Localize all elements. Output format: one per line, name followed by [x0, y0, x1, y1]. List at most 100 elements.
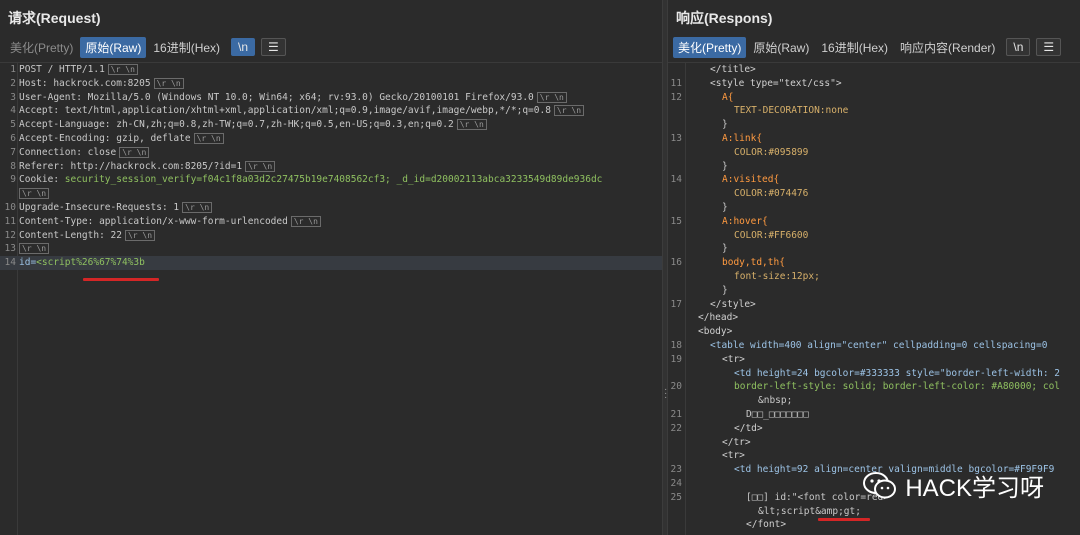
header-key: Cookie:: [19, 174, 65, 186]
request-line: Content-Type: application/x-www-form-url…: [19, 215, 288, 227]
red-underline-annotation: [818, 518, 870, 521]
request-newline-toggle[interactable]: \n: [231, 38, 256, 56]
line-number: 7: [10, 146, 16, 158]
request-line: User-Agent: Mozilla/5.0 (Windows NT 10.0…: [19, 91, 534, 103]
response-line: font-size:12px;: [734, 270, 820, 282]
request-line: Connection: close: [19, 146, 117, 158]
line-number: 2: [10, 77, 16, 89]
hamburger-icon[interactable]: ☰: [261, 38, 286, 56]
watermark-text: HACK学习呀: [905, 475, 1044, 502]
response-line: A{: [722, 91, 734, 103]
crlf-marker: \r \n: [153, 77, 184, 89]
response-newline-toggle[interactable]: \n: [1006, 38, 1031, 56]
param-key: id=: [19, 257, 37, 269]
red-underline-annotation: [83, 278, 159, 281]
line-number: 11: [4, 215, 16, 227]
crlf-marker: \r \n: [290, 215, 321, 227]
response-line: </head>: [698, 312, 739, 324]
response-line: </title>: [710, 64, 756, 75]
crlf-marker: \r \n: [245, 160, 276, 172]
crlf-marker: \r \n: [182, 201, 213, 213]
request-tab-raw[interactable]: 原始(Raw): [80, 36, 147, 58]
response-line: }: [722, 160, 728, 172]
line-number: 24: [670, 477, 682, 489]
response-line: }: [722, 119, 728, 131]
response-line: D□□_□□□□□□□: [746, 408, 809, 420]
line-number: 9: [10, 174, 16, 186]
response-line: </tr>: [722, 436, 751, 448]
line-number: 19: [670, 353, 682, 365]
crlf-marker: \r \n: [536, 91, 567, 103]
line-number: 12: [4, 229, 16, 241]
request-tab-hex[interactable]: 16进制(Hex): [148, 37, 225, 58]
response-line: }: [722, 201, 728, 213]
line-number: 4: [10, 105, 16, 117]
line-number: 20: [670, 381, 682, 393]
crlf-marker: \r \n: [119, 146, 150, 158]
line-number: 21: [670, 408, 682, 420]
response-line: A:link{: [722, 132, 763, 144]
current-line: 14 id=<script%26%67%74%3b: [0, 256, 662, 270]
response-tab-hex[interactable]: 16进制(Hex): [816, 37, 893, 58]
line-number: 25: [670, 491, 682, 503]
crlf-marker: \r \n: [124, 229, 156, 241]
response-line: border-left-style: solid; border-left-co…: [734, 381, 1061, 393]
response-editor[interactable]: </title> 11 <style type="text/css"> 12 A{ …: [668, 62, 1080, 535]
response-line: COLOR:#FF6600: [734, 229, 809, 241]
request-editor[interactable]: 1 POST / HTTP/1.1 \r \n 2 Host: hackrock.co…: [0, 62, 662, 535]
request-line: Referer: http://hackrock.com:8205/?id=1: [19, 160, 243, 172]
line-number: 5: [10, 119, 16, 131]
line-number: 15: [670, 215, 682, 227]
payload-value: <script%26%67%74%3b: [36, 257, 145, 269]
response-pane: 响应(Respons) 美化(Pretty) 原始(Raw) 16进制(Hex)…: [668, 0, 1080, 535]
request-line: Content-Length: 22: [19, 229, 122, 241]
response-line: </font>: [746, 519, 787, 531]
response-tab-pretty[interactable]: 美化(Pretty): [673, 36, 747, 58]
line-number: 22: [670, 422, 682, 434]
line-number: 23: [670, 464, 682, 476]
line-number: 3: [10, 91, 16, 103]
response-line: </td>: [734, 422, 763, 434]
wechat-icon: [863, 471, 897, 498]
response-tab-raw[interactable]: 原始(Raw): [748, 37, 814, 58]
line-number: 17: [670, 298, 682, 310]
response-line: COLOR:#095899: [734, 146, 809, 158]
splitter-grip-icon: · · ·: [664, 384, 668, 403]
request-line: POST / HTTP/1.1: [19, 64, 105, 75]
line-number: 1: [10, 64, 16, 75]
crlf-marker: \r \n: [456, 119, 487, 131]
hamburger-icon[interactable]: ☰: [1036, 38, 1062, 56]
line-number: 14: [670, 174, 682, 186]
response-line: TEXT-DECORATION:none: [734, 105, 849, 117]
response-line: &nbsp;: [758, 395, 793, 407]
request-tab-pretty[interactable]: 美化(Pretty): [5, 37, 78, 58]
crlf-marker: \r \n: [107, 64, 138, 75]
request-line: Host: hackrock.com:8205: [19, 77, 151, 89]
line-number: 16: [670, 257, 682, 269]
response-line: }: [722, 284, 728, 296]
response-tab-render[interactable]: 响应内容(Render): [895, 37, 1000, 58]
response-line: COLOR:#074476: [734, 188, 809, 200]
response-title: 响应(Respons): [676, 10, 773, 26]
response-line: }: [722, 243, 728, 255]
request-pane: 请求(Request) 美化(Pretty) 原始(Raw) 16进制(Hex)…: [0, 0, 662, 535]
response-line: <style type="text/css">: [710, 77, 842, 89]
response-line: </style>: [710, 298, 756, 310]
response-line: A:hover{: [722, 215, 768, 227]
request-line: Accept-Language: zh-CN,zh;q=0.8,zh-TW;q=…: [19, 119, 454, 131]
line-number: 6: [10, 132, 16, 144]
line-number: 13: [4, 243, 16, 255]
crlf-marker: \r \n: [19, 188, 50, 200]
line-number: 13: [670, 132, 682, 144]
line-number: 11: [670, 77, 682, 89]
response-line: A:visited{: [722, 174, 780, 186]
request-line: Accept-Encoding: gzip, deflate: [19, 132, 191, 144]
response-line: <tr>: [722, 450, 745, 462]
request-line: Accept: text/html,application/xhtml+xml,…: [19, 105, 551, 117]
response-line: <table width=400 align="center" cellpadd…: [710, 339, 1048, 351]
line-number: 12: [670, 91, 682, 103]
line-number: 8: [10, 160, 16, 172]
watermark: HACK学习呀: [863, 468, 1044, 503]
response-line: <body>: [698, 326, 733, 338]
response-tabbar: 美化(Pretty) 原始(Raw) 16进制(Hex) 响应内容(Render…: [668, 36, 1080, 58]
